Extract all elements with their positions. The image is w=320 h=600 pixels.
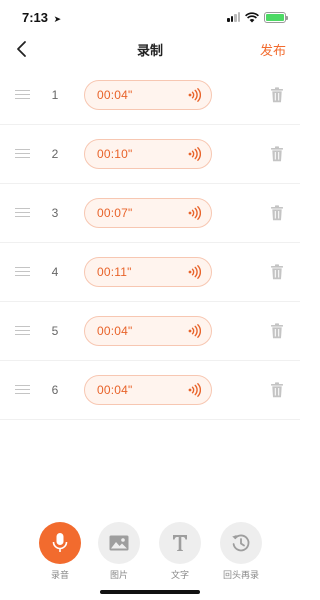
- recording-index: 6: [51, 383, 59, 397]
- audio-clip-button[interactable]: 00:11": [84, 257, 212, 287]
- recording-index: 1: [51, 88, 59, 102]
- audio-clip-button[interactable]: 00:07": [84, 198, 212, 228]
- bottom-toolbar: 录音 图片 文字 回头再录: [0, 522, 300, 582]
- sound-wave-icon: [188, 265, 201, 279]
- nav-bar: 录制 发布: [0, 34, 300, 64]
- status-time: 7:13 ➤: [22, 10, 61, 25]
- audio-clip-button[interactable]: 00:04": [84, 316, 212, 346]
- trash-icon[interactable]: [270, 87, 284, 103]
- sound-wave-icon: [188, 88, 201, 102]
- recording-row: 3 00:07": [0, 184, 300, 243]
- tool-label: 录音: [50, 570, 69, 580]
- clip-duration: 00:04": [97, 383, 133, 397]
- recording-row: 1 00:04": [0, 66, 300, 125]
- clock-text: 7:13: [22, 9, 49, 25]
- status-icons: [227, 11, 288, 23]
- sound-wave-icon: [188, 206, 201, 220]
- trash-icon[interactable]: [270, 323, 284, 339]
- drag-handle-icon[interactable]: [15, 385, 30, 395]
- audio-clip-button[interactable]: 00:10": [84, 139, 212, 169]
- recording-row: 4 00:11": [0, 243, 300, 302]
- audio-clip-button[interactable]: 00:04": [84, 375, 212, 405]
- home-indicator: [100, 590, 200, 594]
- tool-label: 图片: [109, 570, 128, 580]
- recording-row: 5 00:04": [0, 302, 300, 361]
- status-bar: 7:13 ➤: [0, 0, 300, 34]
- publish-button[interactable]: 发布: [260, 40, 286, 59]
- audio-clip-button[interactable]: 00:04": [84, 80, 212, 110]
- tool-label: 文字: [170, 570, 189, 580]
- tool-label: 回头再录: [222, 570, 259, 580]
- battery-icon: [264, 11, 288, 23]
- location-arrow-icon: ➤: [53, 13, 62, 24]
- tool-history-button[interactable]: 回头再录: [218, 522, 264, 581]
- image-icon: [98, 522, 140, 564]
- sound-wave-icon: [188, 383, 201, 397]
- page-title: 录制: [136, 42, 163, 58]
- recording-index: 4: [51, 265, 59, 279]
- clip-duration: 00:04": [97, 324, 133, 338]
- drag-handle-icon[interactable]: [15, 90, 30, 100]
- drag-handle-icon[interactable]: [15, 149, 30, 159]
- sound-wave-icon: [188, 324, 201, 338]
- trash-icon[interactable]: [270, 382, 284, 398]
- trash-icon[interactable]: [270, 146, 284, 162]
- drag-handle-icon[interactable]: [15, 326, 30, 336]
- clip-duration: 00:10": [97, 147, 133, 161]
- tool-microphone-button[interactable]: 录音: [37, 522, 83, 581]
- recording-list: 1 00:04" 2 00:10" 3 00:07" 4 00:11" 5 00…: [0, 66, 300, 420]
- recording-index: 3: [51, 206, 59, 220]
- recording-row: 6 00:04": [0, 361, 300, 420]
- clip-duration: 00:07": [97, 206, 133, 220]
- drag-handle-icon[interactable]: [15, 208, 30, 218]
- clip-duration: 00:04": [97, 88, 133, 102]
- clip-duration: 00:11": [97, 265, 132, 279]
- microphone-icon: [39, 522, 81, 564]
- trash-icon[interactable]: [270, 205, 284, 221]
- tool-text-button[interactable]: 文字: [157, 522, 203, 581]
- cellular-signal-icon: [227, 12, 240, 22]
- recording-index: 2: [51, 147, 59, 161]
- back-chevron-icon[interactable]: [12, 38, 34, 60]
- history-icon: [220, 522, 262, 564]
- wifi-icon: [245, 11, 259, 22]
- text-icon: [159, 522, 201, 564]
- tool-image-button[interactable]: 图片: [96, 522, 142, 581]
- trash-icon[interactable]: [270, 264, 284, 280]
- recording-index: 5: [51, 324, 59, 338]
- sound-wave-icon: [188, 147, 201, 161]
- recording-row: 2 00:10": [0, 125, 300, 184]
- drag-handle-icon[interactable]: [15, 267, 30, 277]
